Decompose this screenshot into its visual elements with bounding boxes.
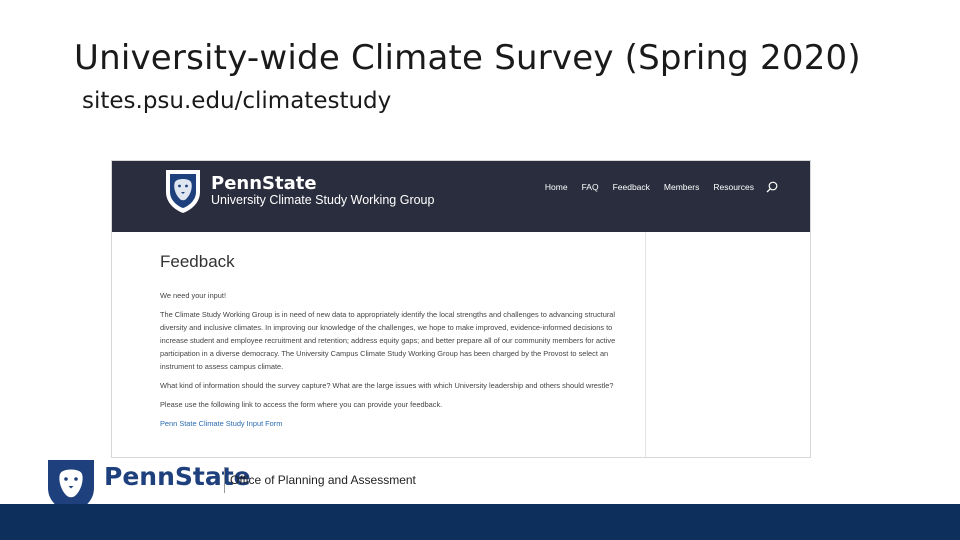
nav-faq[interactable]: FAQ bbox=[582, 182, 599, 192]
site-nav: Home FAQ Feedback Members Resources bbox=[545, 181, 778, 193]
bottom-bar bbox=[0, 504, 960, 540]
search-icon[interactable] bbox=[766, 181, 778, 193]
footer-brand: PennState bbox=[104, 462, 251, 491]
instruction-paragraph: Please use the following link to access … bbox=[160, 400, 443, 409]
nav-home[interactable]: Home bbox=[545, 182, 568, 192]
site-group-name[interactable]: University Climate Study Working Group bbox=[211, 193, 434, 207]
site-body: Feedback We need your input! The Climate… bbox=[112, 232, 810, 457]
site-header: PennState University Climate Study Worki… bbox=[112, 161, 810, 232]
nittany-lion-shield-icon bbox=[166, 170, 200, 213]
nav-feedback[interactable]: Feedback bbox=[613, 182, 650, 192]
nav-resources[interactable]: Resources bbox=[713, 182, 754, 192]
footer-office-name: Office of Planning and Assessment bbox=[230, 473, 416, 487]
intro-line: We need your input! bbox=[160, 291, 227, 300]
page-content: We need your input! The Climate Study Wo… bbox=[160, 289, 620, 436]
sidebar-divider bbox=[645, 232, 646, 457]
site-brand[interactable]: PennState bbox=[211, 173, 317, 194]
footer-divider bbox=[224, 467, 225, 493]
page-heading: Feedback bbox=[160, 252, 235, 271]
slide-title: University-wide Climate Survey (Spring 2… bbox=[74, 38, 861, 78]
body-paragraph: The Climate Study Working Group is in ne… bbox=[160, 310, 616, 371]
input-form-link[interactable]: Penn State Climate Study Input Form bbox=[160, 419, 282, 428]
nav-members[interactable]: Members bbox=[664, 182, 699, 192]
slide-subtitle: sites.psu.edu/climatestudy bbox=[82, 88, 392, 114]
question-paragraph: What kind of information should the surv… bbox=[160, 381, 614, 390]
website-screenshot: PennState University Climate Study Worki… bbox=[111, 160, 811, 458]
